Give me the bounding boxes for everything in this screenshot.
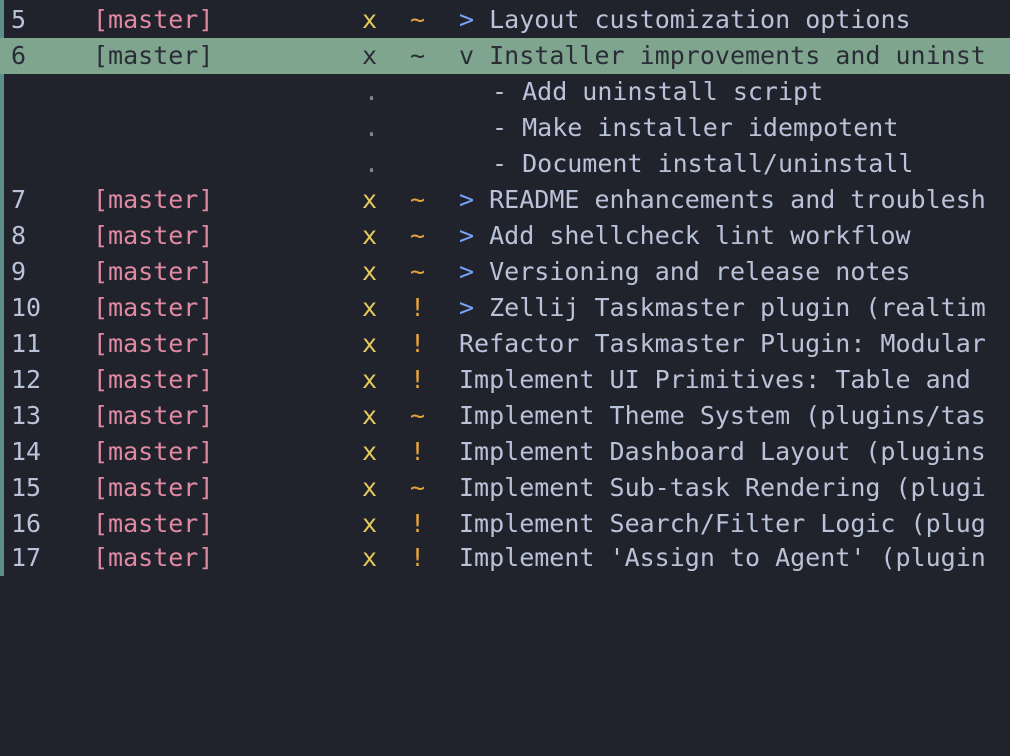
task-id: 5 — [11, 5, 27, 34]
task-priority: ! — [410, 437, 426, 466]
task-title: Layout customization options — [489, 5, 911, 34]
task-row[interactable]: 10 [master] x ! > Zellij Taskmaster plug… — [0, 290, 1010, 326]
task-branch: [master] — [93, 185, 214, 214]
task-title: Versioning and release notes — [489, 257, 911, 286]
task-id: 8 — [11, 221, 27, 250]
task-id: 16 — [11, 509, 42, 538]
task-title: Implement Sub-task Rendering (plugi — [459, 473, 986, 502]
task-id: 10 — [11, 293, 42, 322]
task-id: 14 — [11, 437, 42, 466]
task-branch: [master] — [93, 509, 214, 538]
task-row[interactable]: 13 [master] x ~ Implement Theme System (… — [0, 398, 1010, 434]
task-branch: [master] — [93, 365, 214, 394]
task-title-cell: > Zellij Taskmaster plugin (realtim — [459, 290, 986, 326]
task-status: x — [362, 221, 378, 250]
task-id: 17 — [11, 543, 42, 572]
task-title: Implement 'Assign to Agent' (plugin — [459, 543, 986, 572]
task-priority: ~ — [410, 401, 426, 430]
task-row[interactable]: 17 [master] x ! Implement 'Assign to Age… — [0, 540, 1010, 576]
task-status: x — [362, 41, 378, 70]
expand-chevron-icon[interactable]: > — [459, 5, 474, 34]
subtask-row[interactable]: . - Make installer idempotent — [0, 110, 1010, 146]
task-row[interactable]: 8 [master] x ~ > Add shellcheck lint wor… — [0, 218, 1010, 254]
task-branch: [master] — [93, 437, 214, 466]
task-title-cell: > Layout customization options — [459, 2, 911, 38]
task-title: Zellij Taskmaster plugin (realtim — [489, 293, 986, 322]
task-row-selected[interactable]: 6 [master] x ~ v Installer improvements … — [0, 38, 1010, 74]
task-title-cell: > Versioning and release notes — [459, 254, 911, 290]
task-priority: ! — [410, 293, 426, 322]
task-status: x — [362, 293, 378, 322]
task-branch: [master] — [93, 41, 214, 70]
task-row[interactable]: 7 [master] x ~ > README enhancements and… — [0, 182, 1010, 218]
task-id: 7 — [11, 185, 27, 214]
task-branch: [master] — [93, 473, 214, 502]
task-row[interactable]: 16 [master] x ! Implement Search/Filter … — [0, 506, 1010, 542]
task-row[interactable]: 12 [master] x ! Implement UI Primitives:… — [0, 362, 1010, 398]
subtask-row[interactable]: . - Document install/uninstall — [0, 146, 1010, 182]
task-title: Refactor Taskmaster Plugin: Modular — [459, 329, 986, 358]
expand-chevron-icon[interactable]: > — [459, 257, 474, 286]
task-branch: [master] — [93, 5, 214, 34]
collapse-chevron-icon[interactable]: v — [459, 41, 474, 70]
task-priority: ~ — [410, 185, 426, 214]
task-title: README enhancements and troublesh — [489, 185, 986, 214]
expand-chevron-icon[interactable]: > — [459, 293, 474, 322]
task-row[interactable]: 11 [master] x ! Refactor Taskmaster Plug… — [0, 326, 1010, 362]
task-title: Implement UI Primitives: Table and — [459, 365, 971, 394]
task-priority: ~ — [410, 473, 426, 502]
task-branch: [master] — [93, 257, 214, 286]
task-title: Add shellcheck lint workflow — [489, 221, 911, 250]
expand-chevron-icon[interactable]: > — [459, 185, 474, 214]
task-id: 11 — [11, 329, 42, 358]
expand-chevron-icon[interactable]: > — [459, 221, 474, 250]
task-id: 12 — [11, 365, 42, 394]
task-status: x — [362, 257, 378, 286]
task-id: 9 — [11, 257, 27, 286]
task-id: 6 — [11, 41, 27, 70]
task-status: x — [362, 437, 378, 466]
task-row[interactable]: 9 [master] x ~ > Versioning and release … — [0, 254, 1010, 290]
task-priority: ! — [410, 329, 426, 358]
subtask-marker: . — [364, 113, 380, 142]
task-priority: ! — [410, 543, 426, 572]
task-status: x — [362, 329, 378, 358]
task-branch: [master] — [93, 543, 214, 572]
subtask-text: - Add uninstall script — [492, 77, 824, 106]
task-row[interactable]: 15 [master] x ~ Implement Sub-task Rende… — [0, 470, 1010, 506]
task-id: 15 — [11, 473, 42, 502]
task-title-cell: > README enhancements and troublesh — [459, 182, 986, 218]
task-id: 13 — [11, 401, 42, 430]
task-priority: ~ — [410, 221, 426, 250]
task-title-cell: v Installer improvements and uninst — [459, 38, 986, 74]
task-branch: [master] — [93, 293, 214, 322]
task-status: x — [362, 543, 378, 572]
task-priority: ~ — [410, 41, 426, 70]
task-priority: ! — [410, 509, 426, 538]
task-status: x — [362, 473, 378, 502]
task-priority: ~ — [410, 257, 426, 286]
task-status: x — [362, 509, 378, 538]
task-branch: [master] — [93, 329, 214, 358]
task-status: x — [362, 401, 378, 430]
task-status: x — [362, 185, 378, 214]
task-title: Implement Search/Filter Logic (plug — [459, 509, 986, 538]
task-priority: ~ — [410, 5, 426, 34]
task-title: Installer improvements and uninst — [489, 41, 986, 70]
task-row[interactable]: 14 [master] x ! Implement Dashboard Layo… — [0, 434, 1010, 470]
task-row[interactable]: 5 [master] x ~ > Layout customization op… — [0, 2, 1010, 38]
subtask-text: - Document install/uninstall — [492, 149, 914, 178]
task-title: Implement Dashboard Layout (plugins — [459, 437, 986, 466]
task-status: x — [362, 365, 378, 394]
subtask-text: - Make installer idempotent — [492, 113, 899, 142]
subtask-marker: . — [364, 77, 380, 106]
task-status: x — [362, 5, 378, 34]
task-branch: [master] — [93, 401, 214, 430]
task-priority: ! — [410, 365, 426, 394]
task-title-cell: > Add shellcheck lint workflow — [459, 218, 911, 254]
task-branch: [master] — [93, 221, 214, 250]
subtask-marker: . — [364, 149, 380, 178]
subtask-row[interactable]: . - Add uninstall script — [0, 74, 1010, 110]
task-title: Implement Theme System (plugins/tas — [459, 401, 986, 430]
